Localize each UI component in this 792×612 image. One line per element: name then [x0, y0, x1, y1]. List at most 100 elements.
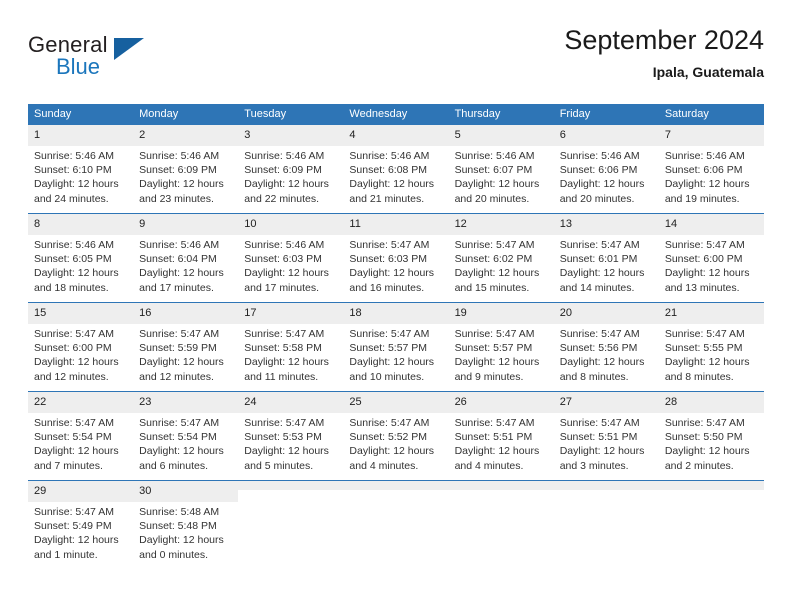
day-cell[interactable]: 2 Sunrise: 5:46 AM Sunset: 6:09 PM Dayli…	[133, 125, 239, 214]
sunset-text: Sunset: 6:00 PM	[664, 253, 743, 266]
week-row: 8 Sunrise: 5:46 AM Sunset: 6:05 PM Dayli…	[28, 213, 764, 303]
calendar-body: 1 Sunrise: 5:46 AM Sunset: 6:10 PM Dayli…	[28, 125, 764, 569]
day-details: Sunrise: 5:46 AM Sunset: 6:06 PM Dayligh…	[554, 146, 659, 206]
day-cell[interactable]: 30 Sunrise: 5:48 AM Sunset: 5:48 PM Dayl…	[133, 480, 239, 569]
sunset-text: Sunset: 6:04 PM	[139, 253, 217, 266]
day-cell[interactable]: 22 Sunrise: 5:47 AM Sunset: 5:54 PM Dayl…	[28, 391, 134, 481]
day-number: 6	[553, 125, 659, 146]
sunset-text: Sunset: 6:06 PM	[559, 164, 638, 177]
day-cell[interactable]: 16 Sunrise: 5:47 AM Sunset: 5:59 PM Dayl…	[133, 302, 239, 392]
generalblue-logo[interactable]: General Blue	[28, 32, 168, 88]
sunset-text: Sunset: 5:51 PM	[559, 431, 638, 444]
day-number: 12	[448, 214, 554, 235]
sunset-text: Sunset: 5:50 PM	[664, 431, 743, 444]
sunset-text: Sunset: 5:53 PM	[244, 431, 322, 444]
day-cell[interactable]: 25 Sunrise: 5:47 AM Sunset: 5:52 PM Dayl…	[343, 391, 449, 481]
day-cell[interactable]: 12 Sunrise: 5:47 AM Sunset: 6:02 PM Dayl…	[448, 213, 554, 303]
sunset-text: Sunset: 5:56 PM	[559, 342, 638, 355]
day-cell[interactable]: 28 Sunrise: 5:47 AM Sunset: 5:50 PM Dayl…	[658, 391, 764, 481]
daylight-text: Daylight: 12 hours and 7 minutes.	[34, 445, 119, 472]
day-cell[interactable]: 1 Sunrise: 5:46 AM Sunset: 6:10 PM Dayli…	[28, 125, 134, 214]
day-number: 14	[658, 214, 764, 235]
page-header: General Blue September 2024 Ipala, Guate…	[28, 24, 764, 98]
day-cell[interactable]: 4 Sunrise: 5:46 AM Sunset: 6:08 PM Dayli…	[343, 125, 449, 214]
day-cell-empty	[553, 480, 659, 569]
day-cell-empty	[658, 480, 764, 569]
day-cell[interactable]: 6 Sunrise: 5:46 AM Sunset: 6:06 PM Dayli…	[553, 125, 659, 214]
day-cell[interactable]: 23 Sunrise: 5:47 AM Sunset: 5:54 PM Dayl…	[133, 391, 239, 481]
daylight-text: Daylight: 12 hours and 4 minutes.	[454, 445, 540, 472]
sunrise-text: Sunrise: 5:47 AM	[454, 328, 535, 340]
sunset-text: Sunset: 5:49 PM	[34, 520, 112, 533]
sunset-text: Sunset: 5:51 PM	[454, 431, 533, 444]
day-cell-empty	[238, 480, 344, 569]
sunrise-text: Sunrise: 5:46 AM	[139, 239, 220, 251]
sunset-text: Sunset: 5:52 PM	[349, 431, 428, 444]
day-cell[interactable]: 14 Sunrise: 5:47 AM Sunset: 6:00 PM Dayl…	[658, 213, 764, 303]
day-number: 16	[133, 303, 239, 324]
day-number: 25	[343, 392, 449, 413]
sunrise-text: Sunrise: 5:47 AM	[244, 328, 325, 340]
day-cell[interactable]: 27 Sunrise: 5:47 AM Sunset: 5:51 PM Dayl…	[553, 391, 659, 481]
sunrise-text: Sunrise: 5:46 AM	[34, 150, 114, 162]
sunrise-text: Sunrise: 5:47 AM	[664, 239, 745, 251]
sunrise-text: Sunrise: 5:46 AM	[559, 150, 640, 162]
day-cell[interactable]: 8 Sunrise: 5:46 AM Sunset: 6:05 PM Dayli…	[28, 213, 134, 303]
sunrise-text: Sunrise: 5:47 AM	[349, 417, 430, 429]
daylight-text: Daylight: 12 hours and 15 minutes.	[454, 267, 540, 294]
calendar-page: General Blue September 2024 Ipala, Guate…	[0, 0, 792, 612]
sunset-text: Sunset: 6:06 PM	[664, 164, 743, 177]
day-cell[interactable]: 5 Sunrise: 5:46 AM Sunset: 6:07 PM Dayli…	[448, 125, 554, 214]
daylight-text: Daylight: 12 hours and 5 minutes.	[244, 445, 329, 472]
sunset-text: Sunset: 5:55 PM	[664, 342, 743, 355]
day-number: 2	[133, 125, 239, 146]
sunrise-text: Sunrise: 5:46 AM	[139, 150, 220, 162]
day-cell[interactable]: 17 Sunrise: 5:47 AM Sunset: 5:58 PM Dayl…	[238, 302, 344, 392]
day-details: Sunrise: 5:47 AM Sunset: 5:50 PM Dayligh…	[659, 413, 764, 473]
sunset-text: Sunset: 5:54 PM	[139, 431, 217, 444]
day-cell[interactable]: 20 Sunrise: 5:47 AM Sunset: 5:56 PM Dayl…	[553, 302, 659, 392]
day-cell[interactable]: 26 Sunrise: 5:47 AM Sunset: 5:51 PM Dayl…	[448, 391, 554, 481]
day-cell[interactable]: 13 Sunrise: 5:47 AM Sunset: 6:01 PM Dayl…	[553, 213, 659, 303]
day-cell[interactable]: 10 Sunrise: 5:46 AM Sunset: 6:03 PM Dayl…	[238, 213, 344, 303]
sunset-text: Sunset: 6:03 PM	[244, 253, 322, 266]
day-details: Sunrise: 5:47 AM Sunset: 5:55 PM Dayligh…	[659, 324, 764, 384]
daylight-text: Daylight: 12 hours and 16 minutes.	[349, 267, 435, 294]
day-cell[interactable]: 18 Sunrise: 5:47 AM Sunset: 5:57 PM Dayl…	[343, 302, 449, 392]
day-details: Sunrise: 5:47 AM Sunset: 5:57 PM Dayligh…	[449, 324, 554, 384]
daylight-text: Daylight: 12 hours and 2 minutes.	[664, 445, 750, 472]
sunrise-text: Sunrise: 5:47 AM	[559, 417, 640, 429]
day-cell[interactable]: 19 Sunrise: 5:47 AM Sunset: 5:57 PM Dayl…	[448, 302, 554, 392]
day-details: Sunrise: 5:47 AM Sunset: 5:53 PM Dayligh…	[238, 413, 343, 473]
daylight-text: Daylight: 12 hours and 17 minutes.	[139, 267, 224, 294]
day-number: 18	[343, 303, 449, 324]
sunrise-text: Sunrise: 5:47 AM	[34, 417, 114, 429]
day-details: Sunrise: 5:46 AM Sunset: 6:09 PM Dayligh…	[238, 146, 343, 206]
day-cell[interactable]: 15 Sunrise: 5:47 AM Sunset: 6:00 PM Dayl…	[28, 302, 134, 392]
sunset-text: Sunset: 6:08 PM	[349, 164, 428, 177]
day-details: Sunrise: 5:46 AM Sunset: 6:08 PM Dayligh…	[343, 146, 448, 206]
day-details: Sunrise: 5:46 AM Sunset: 6:03 PM Dayligh…	[238, 235, 343, 295]
day-cell[interactable]: 7 Sunrise: 5:46 AM Sunset: 6:06 PM Dayli…	[658, 125, 764, 214]
day-cell[interactable]: 11 Sunrise: 5:47 AM Sunset: 6:03 PM Dayl…	[343, 213, 449, 303]
calendar-header-row: Sunday Monday Tuesday Wednesday Thursday…	[28, 104, 764, 125]
day-number: 8	[28, 214, 134, 235]
sunset-text: Sunset: 6:00 PM	[34, 342, 112, 355]
day-number: 28	[658, 392, 764, 413]
day-number: 9	[133, 214, 239, 235]
sunset-text: Sunset: 6:01 PM	[559, 253, 638, 266]
day-number: 15	[28, 303, 134, 324]
day-cell[interactable]: 21 Sunrise: 5:47 AM Sunset: 5:55 PM Dayl…	[658, 302, 764, 392]
day-cell[interactable]: 24 Sunrise: 5:47 AM Sunset: 5:53 PM Dayl…	[238, 391, 344, 481]
day-cell[interactable]: 9 Sunrise: 5:46 AM Sunset: 6:04 PM Dayli…	[133, 213, 239, 303]
day-details: Sunrise: 5:47 AM Sunset: 5:52 PM Dayligh…	[343, 413, 448, 473]
daylight-text: Daylight: 12 hours and 17 minutes.	[244, 267, 329, 294]
sunset-text: Sunset: 6:02 PM	[454, 253, 533, 266]
day-details: Sunrise: 5:47 AM Sunset: 5:57 PM Dayligh…	[343, 324, 448, 384]
day-cell[interactable]: 3 Sunrise: 5:46 AM Sunset: 6:09 PM Dayli…	[238, 125, 344, 214]
day-details: Sunrise: 5:47 AM Sunset: 5:51 PM Dayligh…	[449, 413, 554, 473]
day-cell[interactable]: 29 Sunrise: 5:47 AM Sunset: 5:49 PM Dayl…	[28, 480, 134, 569]
sunrise-text: Sunrise: 5:46 AM	[34, 239, 114, 251]
day-number	[658, 481, 764, 490]
day-number: 3	[238, 125, 344, 146]
